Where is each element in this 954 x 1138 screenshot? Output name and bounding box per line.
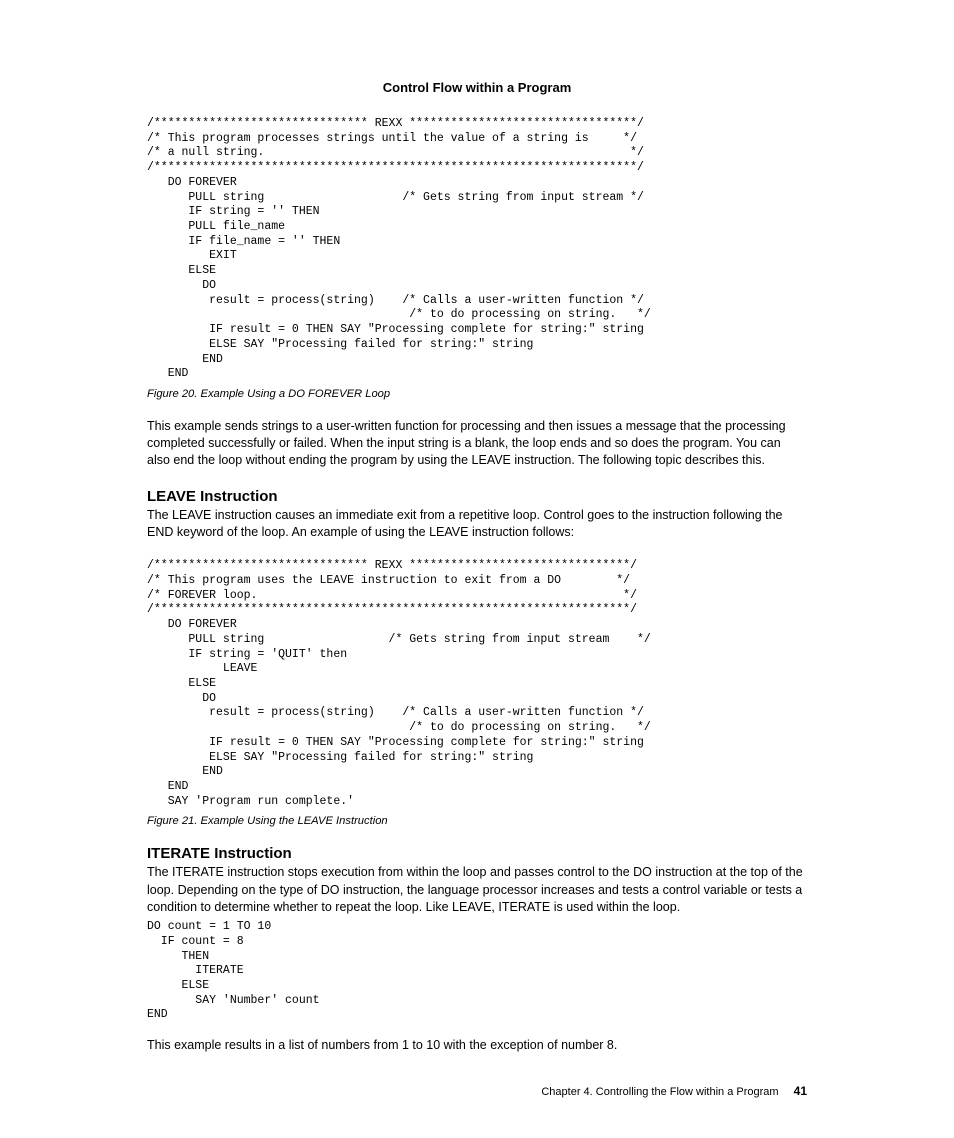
heading-iterate: ITERATE Instruction: [147, 845, 807, 862]
footer-page-number: 41: [794, 1084, 807, 1098]
paragraph-intro: This example sends strings to a user-wri…: [147, 418, 807, 470]
figure-caption-20: Figure 20. Example Using a DO FOREVER Lo…: [147, 388, 807, 400]
paragraph-leave: The LEAVE instruction causes an immediat…: [147, 507, 807, 542]
page-footer: Chapter 4. Controlling the Flow within a…: [147, 1084, 807, 1098]
running-header: Control Flow within a Program: [147, 80, 807, 95]
heading-leave: LEAVE Instruction: [147, 488, 807, 505]
code-block-leave: /******************************* REXX **…: [147, 559, 807, 809]
code-block-iterate: DO count = 1 TO 10 IF count = 8 THEN ITE…: [147, 920, 807, 1023]
paragraph-iterate: The ITERATE instruction stops execution …: [147, 864, 807, 916]
code-block-do-forever: /******************************* REXX **…: [147, 117, 807, 382]
document-page: Control Flow within a Program /*********…: [87, 0, 867, 1138]
figure-caption-21: Figure 21. Example Using the LEAVE Instr…: [147, 815, 807, 827]
footer-chapter-label: Chapter 4. Controlling the Flow within a…: [541, 1086, 778, 1098]
paragraph-result: This example results in a list of number…: [147, 1037, 807, 1054]
